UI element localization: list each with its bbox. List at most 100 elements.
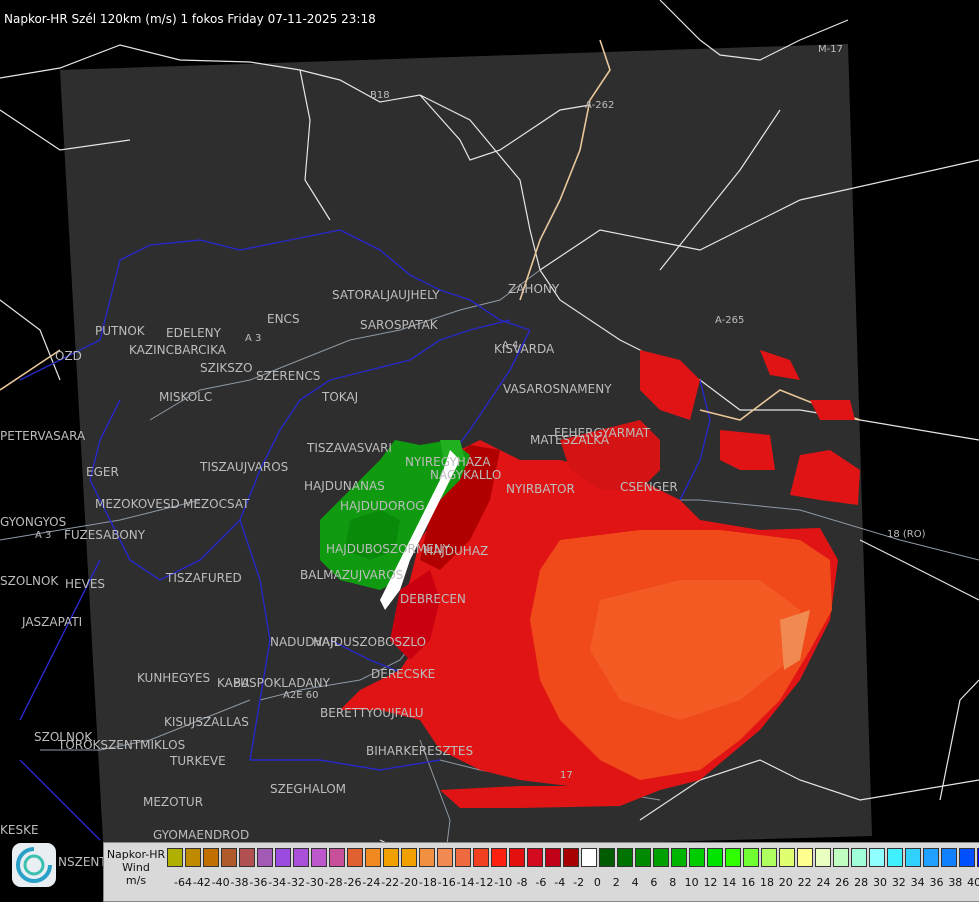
place-label: MEZOTUR	[143, 795, 204, 809]
legend-swatch	[527, 848, 543, 867]
place-label: EDELENY	[166, 326, 221, 340]
place-label: KUNHEGYES	[137, 671, 211, 685]
place-label: TISZAVASVARI	[307, 441, 392, 455]
legend-swatch	[383, 848, 399, 867]
place-label: OZD	[55, 349, 82, 363]
place-label: KAZINCBARCIKA	[129, 343, 226, 357]
legend-tick-label: 16	[741, 876, 756, 889]
legend-title-line: Napkor-HR	[106, 848, 166, 861]
place-label: HAJDUDOROG	[340, 499, 425, 513]
place-label: TISZAFURED	[166, 571, 242, 585]
legend-swatch	[275, 848, 291, 867]
legend-tick-label: -8	[516, 876, 528, 889]
legend-swatch	[599, 848, 615, 867]
road-label: A 3	[35, 530, 52, 541]
legend-swatch	[869, 848, 885, 867]
legend-swatch	[329, 848, 345, 867]
legend-tick-label: 40	[967, 876, 979, 889]
legend-swatch	[743, 848, 759, 867]
legend-swatch	[365, 848, 381, 867]
legend-swatch	[509, 848, 525, 867]
legend-tick-label: 6	[650, 876, 658, 889]
legend-swatch	[941, 848, 957, 867]
place-label: SZERENCS	[256, 369, 321, 383]
legend-swatch	[725, 848, 741, 867]
legend-swatch	[851, 848, 867, 867]
place-label: NYIRBATOR	[506, 482, 575, 496]
legend-tick-label: 22	[797, 876, 812, 889]
legend-tick-label: 36	[929, 876, 944, 889]
legend-tick-label: -40	[211, 876, 230, 889]
place-label: PUTNOK	[95, 324, 145, 338]
place-label: BIHARKERESZTES	[366, 744, 474, 758]
legend-tick-label: 28	[854, 876, 869, 889]
legend-tick-label: -22	[381, 876, 400, 889]
legend-swatch	[797, 848, 813, 867]
place-label: NAGYKALLO	[430, 468, 502, 482]
road-label: 17	[560, 770, 573, 781]
legend-swatch	[563, 848, 579, 867]
radar-map: g[data-name="radar-echo-red"] polygon:no…	[0, 0, 979, 900]
legend-tick-label: 18	[759, 876, 774, 889]
road-label: B18	[370, 90, 390, 101]
legend-tick-label: 4	[631, 876, 639, 889]
map-title: Napkor-HR Szél 120km (m/s) 1 fokos Frida…	[4, 12, 376, 26]
legend-swatch	[437, 848, 453, 867]
place-label: MATESZALKA	[530, 433, 610, 447]
legend-swatch	[401, 848, 417, 867]
place-label: SZIKSZO	[200, 361, 253, 375]
place-label: BERETTYOUJFALU	[320, 706, 424, 720]
wind-legend: Napkor-HR Wind m/s -64 -42 -40 -38 -36 -34 -32…	[103, 842, 979, 902]
legend-swatch	[257, 848, 273, 867]
road-label: 18 (RO)	[887, 529, 926, 540]
legend-tick-label: -10	[494, 876, 513, 889]
place-label: DERECSKE	[371, 667, 436, 681]
place-label: SZEGHALOM	[270, 782, 347, 796]
legend-tick-label: -36	[249, 876, 268, 889]
legend-swatch	[311, 848, 327, 867]
legend-swatch	[779, 848, 795, 867]
legend-swatch	[203, 848, 219, 867]
legend-swatch	[815, 848, 831, 867]
place-label: HAJDUHAZ	[424, 544, 489, 558]
legend-swatch	[347, 848, 363, 867]
legend-swatch	[293, 848, 309, 867]
legend-tick-label: 20	[778, 876, 793, 889]
legend-swatch	[167, 848, 183, 867]
legend-tick-label: 8	[669, 876, 677, 889]
place-label: JASZAPATI	[22, 615, 83, 629]
legend-swatch	[671, 848, 687, 867]
legend-swatch	[473, 848, 489, 867]
place-label: VASAROSNAMENY	[503, 382, 612, 396]
legend-tick-label: 2	[612, 876, 620, 889]
place-label: KESKE	[0, 823, 39, 837]
legend-swatch	[239, 848, 255, 867]
legend-tick-label: -24	[362, 876, 381, 889]
legend-tick-label: 0	[593, 876, 601, 889]
place-label: SZOLNOK	[0, 574, 59, 588]
legend-tick-label: 34	[910, 876, 925, 889]
legend-swatch	[581, 848, 597, 867]
road-label: A2E 60	[283, 690, 319, 701]
place-label: HAJDUNANAS	[304, 479, 385, 493]
legend-tick-label: -18	[418, 876, 437, 889]
legend-swatch	[185, 848, 201, 867]
legend-tick-label: -14	[456, 876, 475, 889]
place-label: ZAHONY	[508, 282, 560, 296]
legend-swatch	[887, 848, 903, 867]
legend-swatch	[923, 848, 939, 867]
place-label: DEBRECEN	[400, 592, 466, 606]
place-label: TURKEVE	[170, 754, 226, 768]
legend-swatch	[491, 848, 507, 867]
road-label: A-262	[585, 100, 615, 111]
legend-tick-label: -20	[400, 876, 419, 889]
legend-swatch	[905, 848, 921, 867]
legend-swatch	[617, 848, 633, 867]
place-label: HEVES	[65, 577, 106, 591]
place-label: TISZAUJVAROS	[200, 460, 289, 474]
legend-title-line: Wind	[122, 861, 150, 874]
place-label: TOKAJ	[322, 390, 359, 404]
napkor-logo-icon	[12, 843, 56, 887]
place-label: ENCS	[267, 312, 300, 326]
place-label: EGER	[86, 465, 119, 479]
